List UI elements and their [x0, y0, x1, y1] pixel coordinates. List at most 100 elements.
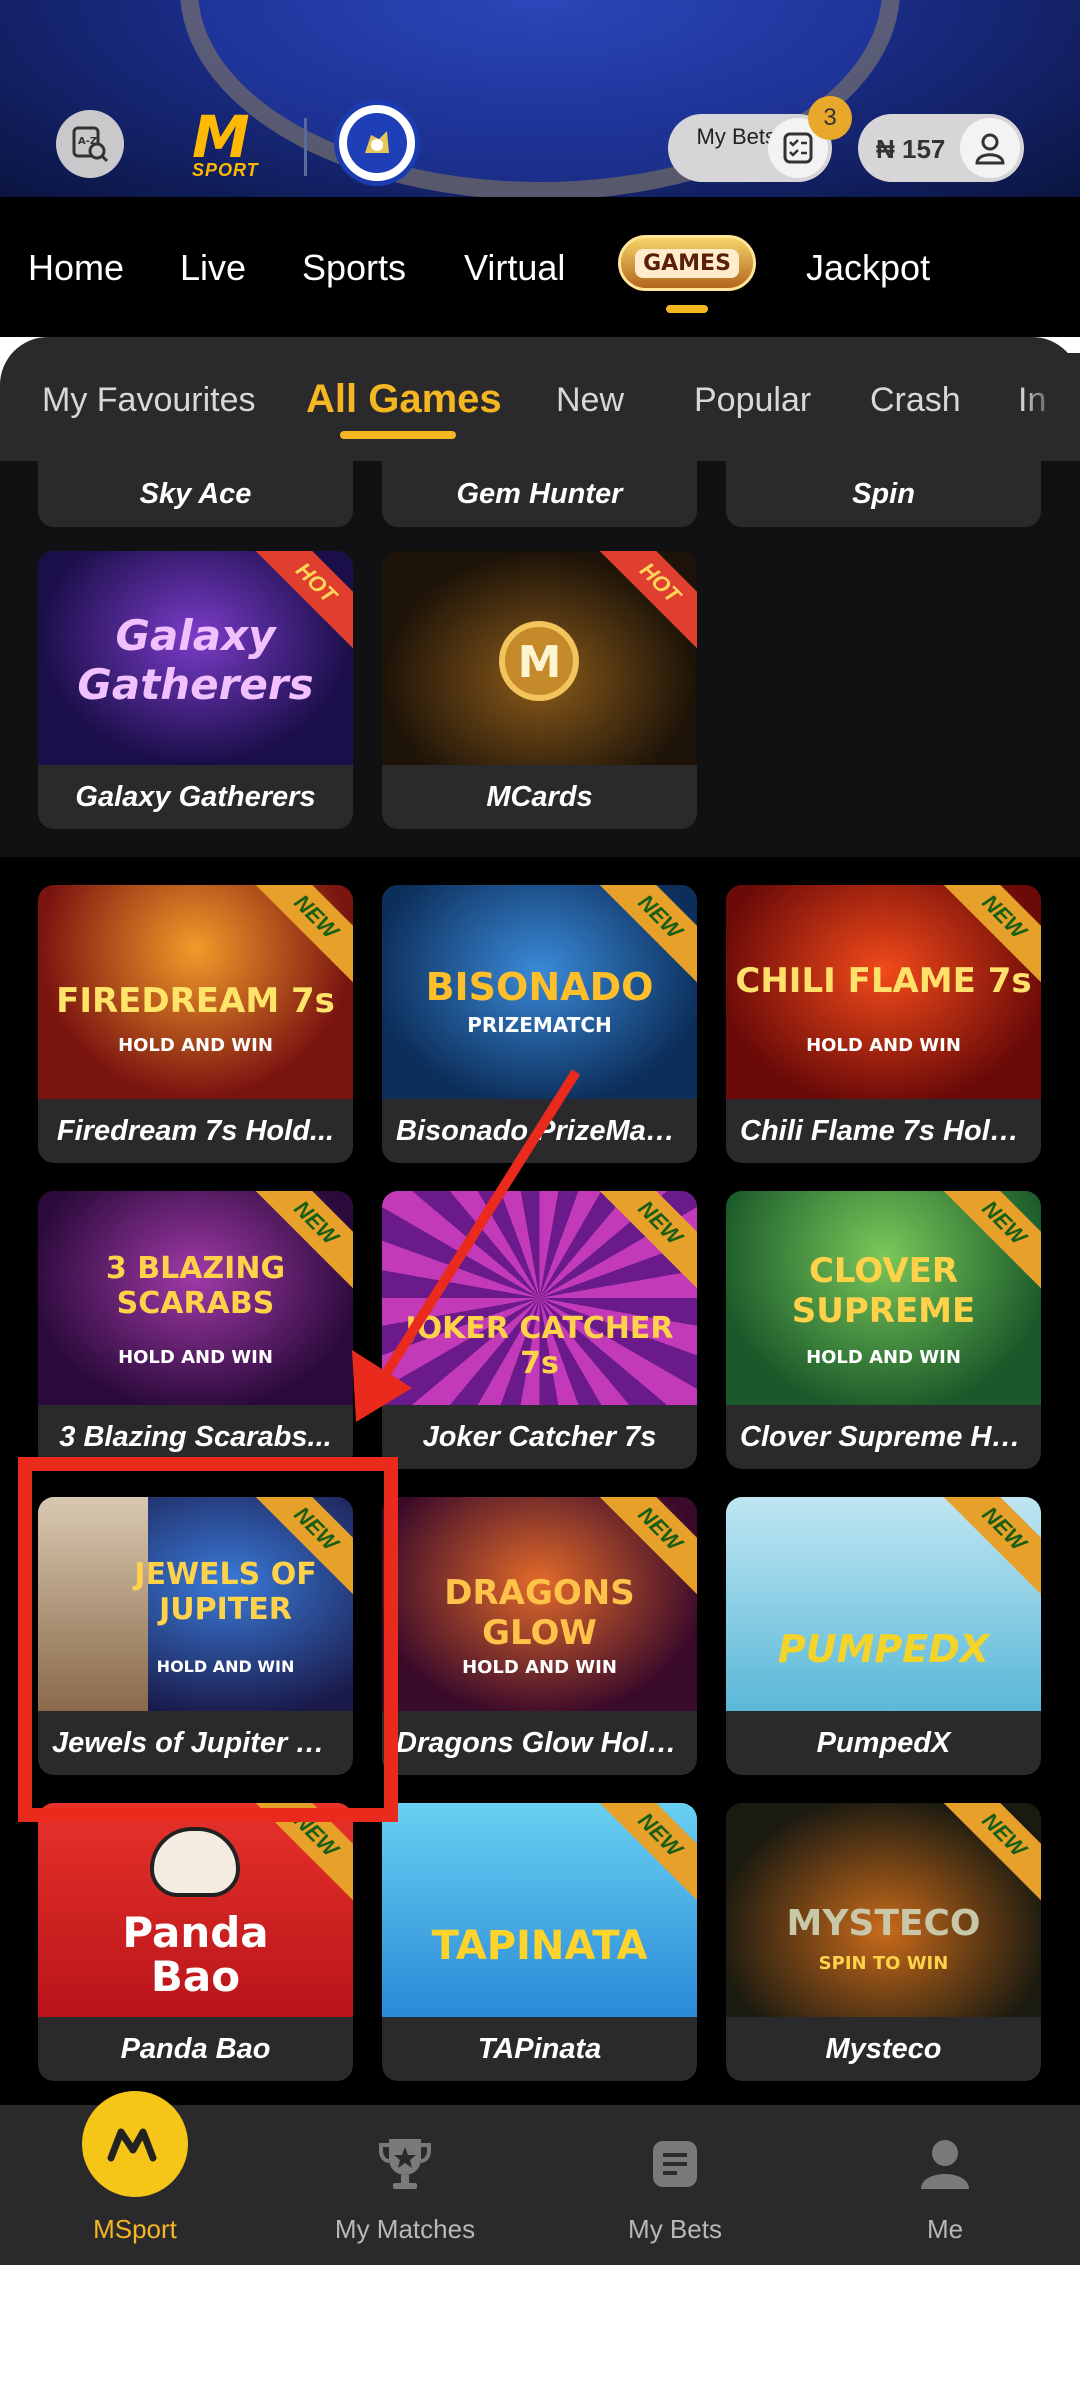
game-card-blazing-scarabs[interactable]: 3 BLAZING SCARABS HOLD AND WIN NEW 3 Bla… [38, 1191, 353, 1469]
thumbnail-title: Panda Bao [122, 1908, 269, 2001]
profile-icon [921, 2140, 969, 2189]
bottom-nav-my-matches[interactable]: My Matches [270, 2105, 540, 2265]
my-bets-button[interactable]: My Bets [668, 114, 832, 182]
msport-icon [82, 2091, 188, 2197]
game-thumbnail: TAPINATA NEW [382, 1803, 697, 2017]
new-badge: NEW [241, 885, 353, 992]
highlight-box [18, 1457, 398, 1822]
game-card-sky-ace[interactable]: Sky Ace [38, 461, 353, 527]
game-title: PumpedX [816, 1727, 951, 1759]
logo-divider [304, 118, 307, 176]
tab-my-favourites[interactable]: My Favourites [42, 381, 256, 420]
bottom-nav-label: My Bets [628, 2214, 722, 2244]
game-title: Clover Supreme Hol... [740, 1421, 1041, 1453]
tab-crash[interactable]: Crash [870, 381, 961, 420]
thumbnail-title: TAPINATA [431, 1923, 648, 1969]
game-thumbnail: BISONADO PRIZEMATCH NEW [382, 885, 697, 1099]
game-title: Galaxy Gatherers [75, 781, 316, 813]
trophy-icon [379, 2139, 431, 2189]
panda-icon [150, 1827, 240, 1897]
game-title: Mysteco [825, 2033, 942, 2065]
game-card-mcards[interactable]: M HOT MCards [382, 551, 697, 829]
balance-amount: ₦ 157 [876, 134, 946, 164]
logo-subtext: SPORT [192, 160, 259, 180]
thumbnail-title: CHILI FLAME 7s [735, 961, 1032, 1001]
game-card-mysteco[interactable]: MYSTECO SPIN TO WIN NEW Mysteco [726, 1803, 1041, 2081]
msport-logo[interactable]: M SPORT [192, 103, 276, 180]
bottom-nav-label: MSport [93, 2214, 177, 2244]
game-thumbnail: 3 BLAZING SCARABS HOLD AND WIN NEW [38, 1191, 353, 1405]
game-card-pumpedx[interactable]: PUMPEDX NEW PumpedX [726, 1497, 1041, 1775]
game-card-panda-bao[interactable]: Panda Bao NEW Panda Bao [38, 1803, 353, 2081]
nav-sports[interactable]: Sports [302, 247, 406, 289]
logo-mark: M [192, 103, 250, 171]
lion-crest-icon [347, 113, 407, 173]
game-title: Dragons Glow Hold... [396, 1727, 690, 1759]
game-title: Chili Flame 7s Hold... [740, 1115, 1032, 1147]
blank-area [0, 2265, 1080, 2400]
game-card-bisonado[interactable]: BISONADO PRIZEMATCH NEW Bisonado PrizeMa… [382, 885, 697, 1163]
game-title: Joker Catcher 7s [422, 1421, 657, 1453]
game-thumbnail: MYSTECO SPIN TO WIN NEW [726, 1803, 1041, 2017]
thumbnail-title: FIREDREAM 7s [56, 981, 335, 1021]
bottom-nav-my-bets[interactable]: My Bets [540, 2105, 810, 2265]
bottom-nav-label: My Matches [334, 2214, 476, 2244]
tab-all-games[interactable]: All Games [306, 377, 502, 422]
hot-games-section: Sky Ace Gem Hunter Spin Galaxy Gatherers… [0, 461, 1080, 857]
top-header: A-Z M SPORT My Bets 3 ₦ 157 [0, 0, 1080, 197]
az-search-button[interactable]: A-Z [56, 110, 124, 178]
game-thumbnail: FIREDREAM 7s HOLD AND WIN NEW [38, 885, 353, 1099]
game-card-galaxy-gatherers[interactable]: Galaxy Gatherers HOT Galaxy Gatherers [38, 551, 353, 829]
thumbnail-subtitle: HOLD AND WIN [118, 1347, 273, 1368]
thumbnail-title: MYSTECO [786, 1903, 981, 1944]
thumbnail-title: CLOVER SUPREME [791, 1251, 976, 1331]
tab-new[interactable]: New [556, 381, 624, 420]
nav-jackpot[interactable]: Jackpot [806, 247, 930, 289]
game-card-firedream[interactable]: FIREDREAM 7s HOLD AND WIN NEW Firedream … [38, 885, 353, 1163]
game-title: MCards [486, 781, 593, 813]
balance-button[interactable]: ₦ 157 [858, 114, 1024, 182]
new-badge: NEW [585, 1191, 697, 1298]
game-card-gem-hunter[interactable]: Gem Hunter [382, 461, 697, 527]
game-title: Firedream 7s Hold... [56, 1115, 335, 1147]
bottom-nav-label: Me [926, 2214, 964, 2244]
thumbnail-title: DRAGONS GLOW [444, 1573, 635, 1653]
thumbnail-title: M [517, 637, 562, 688]
thumbnail-subtitle: PRIZEMATCH [467, 1013, 612, 1037]
bottom-nav: MSport My Matches My Bets Me [0, 2091, 1080, 2265]
tab-active-indicator [340, 431, 456, 439]
nav-virtual[interactable]: Virtual [464, 247, 565, 289]
game-thumbnail: Panda Bao NEW [38, 1803, 353, 2017]
game-title: Bisonado PrizeMatc... [396, 1115, 696, 1147]
game-card-dragons-glow[interactable]: DRAGONS GLOW HOLD AND WIN NEW Dragons Gl… [382, 1497, 697, 1775]
main-nav: Home Live Sports Virtual GAMES Jackpot [0, 197, 1080, 337]
new-badge: NEW [929, 1497, 1041, 1604]
tab-popular[interactable]: Popular [694, 381, 811, 420]
bottom-nav-msport[interactable]: MSport [0, 2091, 270, 2265]
game-thumbnail: M HOT [382, 551, 697, 765]
az-search-icon: A-Z [72, 126, 109, 163]
my-bets-label: My Bets [696, 124, 776, 149]
bets-icon [653, 2141, 697, 2187]
user-icon [960, 118, 1020, 178]
nav-home[interactable]: Home [28, 247, 124, 289]
thumbnail-title: JOKER CATCHER 7s [405, 1311, 674, 1381]
game-card-tapinata[interactable]: TAPINATA NEW TAPinata [382, 1803, 697, 2081]
game-thumbnail: PUMPEDX NEW [726, 1497, 1041, 1711]
category-tabs: My Favourites All Games New Popular Cras… [0, 337, 1080, 461]
club-badge [334, 100, 420, 186]
thumbnail-title: BISONADO [425, 965, 654, 1009]
game-card-spin[interactable]: Spin [726, 461, 1041, 527]
game-card-joker-catcher[interactable]: JOKER CATCHER 7s NEW Joker Catcher 7s [382, 1191, 697, 1469]
game-thumbnail: CLOVER SUPREME HOLD AND WIN NEW [726, 1191, 1041, 1405]
thumbnail-subtitle: HOLD AND WIN [118, 1035, 273, 1056]
game-card-chili-flame[interactable]: CHILI FLAME 7s HOLD AND WIN NEW Chili Fl… [726, 885, 1041, 1163]
game-thumbnail: Galaxy Gatherers HOT [38, 551, 353, 765]
game-title: Panda Bao [120, 2033, 271, 2065]
bottom-nav-me[interactable]: Me [810, 2105, 1080, 2265]
nav-live[interactable]: Live [180, 247, 246, 289]
thumbnail-subtitle: HOLD AND WIN [462, 1657, 617, 1678]
nav-games[interactable]: GAMES [618, 235, 756, 291]
nav-active-indicator [666, 305, 708, 313]
game-card-clover-supreme[interactable]: CLOVER SUPREME HOLD AND WIN NEW Clover S… [726, 1191, 1041, 1469]
